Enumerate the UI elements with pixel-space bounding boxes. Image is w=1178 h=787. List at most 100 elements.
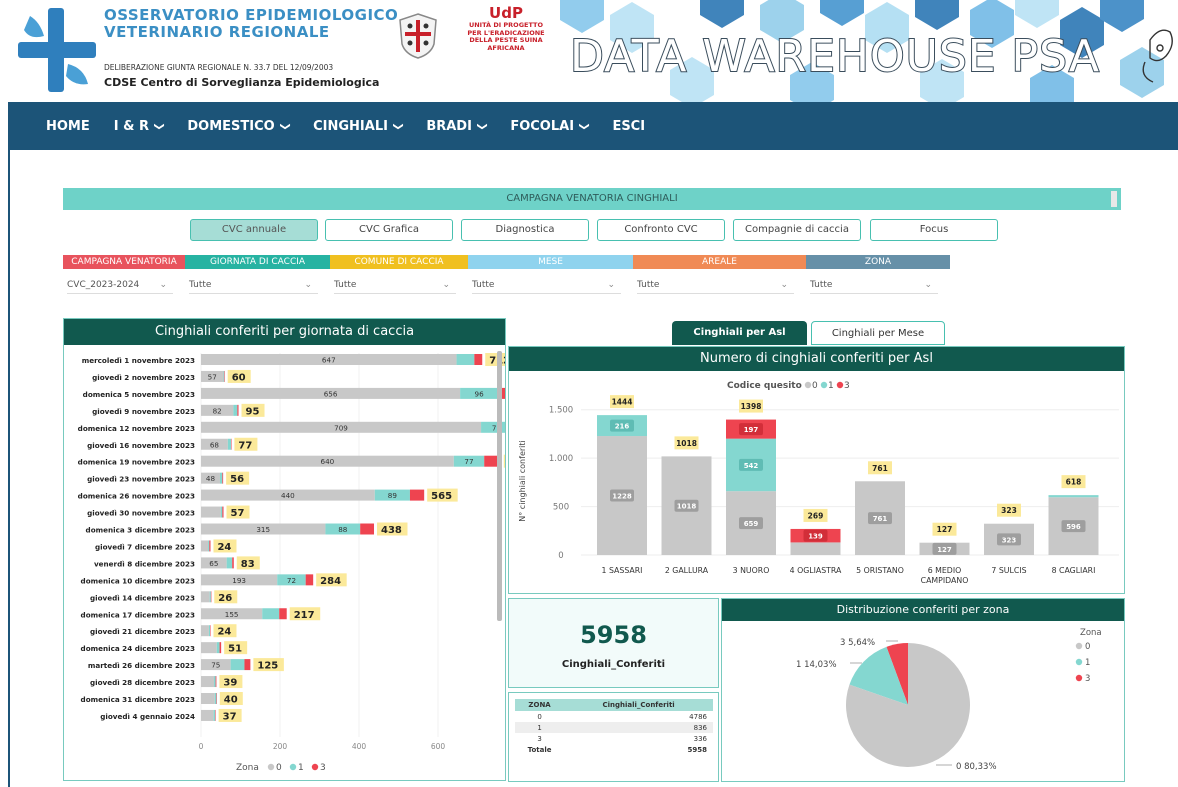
bar-segment-zona-3[interactable] (216, 693, 217, 704)
header: OSSERVATORIO EPIDEMIOLOGICO VETERINARIO … (0, 0, 1178, 102)
bar-total-label: 51 (228, 644, 242, 655)
bar-segment-zona-0[interactable] (201, 625, 209, 637)
nav-item-i-r[interactable]: I & R ❯ (114, 119, 165, 134)
bar-segment-zona-3[interactable] (409, 489, 425, 501)
bar-segment-zona-1[interactable] (220, 506, 223, 518)
tab-focus[interactable]: Focus (870, 219, 998, 241)
bar-segment-zona-1[interactable] (219, 472, 223, 484)
bar-segment-zona-0[interactable] (201, 709, 214, 721)
y-category-label: giovedì 14 dicembre 2023 (90, 593, 195, 602)
filter-dropdown-2[interactable]: Tutte ⌄ (334, 276, 456, 294)
bar-segment-zona-3[interactable] (215, 676, 217, 688)
nav-item-bradi[interactable]: BRADI ❯ (426, 119, 487, 134)
x-category-label: CAMPIDANO (921, 576, 969, 585)
nav-item-home[interactable]: HOME (46, 119, 90, 134)
filter-header-4: AREALE (633, 255, 806, 269)
toggle-cinghiali-mese[interactable]: Cinghiali per Mese (811, 321, 945, 345)
filter-dropdown-3[interactable]: Tutte ⌄ (472, 276, 621, 294)
bar-segment-zona-3[interactable] (244, 659, 251, 671)
bar-segment-zona-1[interactable] (223, 370, 225, 382)
bar-segment-zona-0[interactable] (201, 642, 217, 654)
bar-segment-zona-1[interactable] (209, 591, 211, 603)
filter-dropdown-5[interactable]: Tutte ⌄ (810, 276, 938, 294)
bar-segment-zona-3[interactable] (219, 642, 222, 654)
bar-segment-zona-3[interactable] (210, 625, 211, 637)
table-cell: Totale (527, 745, 552, 754)
bar-segment-codice-1[interactable] (1048, 495, 1099, 498)
bar-segment-zona-1[interactable] (233, 404, 238, 416)
col-header-conferiti[interactable]: Cinghiali_Conferiti (564, 699, 713, 711)
scroll-tab[interactable] (1111, 191, 1117, 207)
toggle-cinghiali-asl[interactable]: Cinghiali per Asl (672, 321, 807, 345)
bar-segment-zona-1[interactable] (262, 608, 280, 620)
bar-segment-zona-3[interactable] (222, 472, 224, 484)
tab-cvc-annuale[interactable]: CVC annuale (190, 219, 318, 241)
bar-segment-zona-0[interactable] (201, 591, 210, 603)
bar-total-label: 24 (217, 542, 231, 553)
bar-segment-zona-3[interactable] (224, 370, 225, 382)
tab-cvc-grafica[interactable]: CVC Grafica (325, 219, 453, 241)
x-category-label: 7 SULCIS (991, 566, 1026, 575)
bar-total-label: 323 (1001, 506, 1017, 515)
zone-pie-chart: 0 80,33% 1 14,03% 3 5,64% Zona 0 1 3 (796, 628, 1102, 772)
left-edge (0, 102, 10, 787)
bar-segment-codice-0[interactable] (790, 542, 841, 555)
bar-segment-zona-3[interactable] (279, 608, 287, 620)
bar-segment-zona-1[interactable] (214, 693, 217, 704)
bar-segment-zona-3[interactable] (231, 438, 232, 450)
legend-marker (820, 381, 828, 389)
nav-item-esci[interactable]: ESCI (612, 119, 645, 134)
bar-segment-zona-3[interactable] (209, 540, 211, 552)
tab-compagnie-di-caccia[interactable]: Compagnie di caccia (733, 219, 861, 241)
bar-segment-zona-0[interactable] (201, 693, 215, 704)
bar-segment-zona-1[interactable] (208, 625, 211, 637)
bar-segment-zona-1[interactable] (226, 557, 233, 569)
bar-segment-zona-3[interactable] (210, 591, 212, 603)
col-header-zona[interactable]: ZONA (515, 699, 565, 711)
nav-item-focolai[interactable]: FOCOLAI ❯ (510, 119, 589, 134)
sardinia-seal-icon (399, 13, 437, 59)
bar-segment-zona-0[interactable] (201, 676, 215, 688)
bar-segment-zona-1[interactable] (456, 354, 475, 365)
y-tick-label: 0 (558, 551, 563, 561)
asl-chart-title: Numero di cinghiali conferiti per Asl (509, 347, 1124, 371)
bar-segment-zona-3[interactable] (215, 709, 216, 721)
table-row: 3 336 (515, 733, 713, 744)
filter-dropdown-0[interactable]: CVC_2023-2024 ⌄ (67, 276, 173, 294)
bar-segment-zona-3[interactable] (232, 557, 234, 569)
x-tick-label: 400 (352, 742, 367, 751)
legend-marker (311, 763, 319, 771)
chevron-down-icon: ❯ (279, 121, 291, 131)
bar-segment-zona-1[interactable] (208, 540, 210, 552)
table-cell: 5958 (687, 745, 707, 754)
bar-segment-zona-1[interactable] (216, 642, 220, 654)
bar-segment-zona-1[interactable] (227, 438, 232, 450)
asl-bar-chart: Codice quesito 0 1 3N° cinghiali conferiti0… (518, 381, 1119, 585)
filter-dropdown-1[interactable]: Tutte ⌄ (189, 276, 318, 294)
filter-dropdown-4[interactable]: Tutte ⌄ (637, 276, 794, 294)
bar-segment-zona-3[interactable] (305, 574, 314, 586)
bar-segment-label: 640 (321, 457, 335, 466)
bar-segment-zona-3[interactable] (360, 523, 375, 535)
bar-segment-zona-0[interactable] (201, 540, 209, 552)
bar-segment-zona-1[interactable] (214, 676, 216, 688)
tab-diagnostica[interactable]: Diagnostica (461, 219, 589, 241)
segment-label: 761 (873, 515, 888, 523)
bar-segment-label: 75 (211, 661, 220, 670)
bar-segment-zona-1[interactable] (213, 709, 216, 721)
filter-value: Tutte (810, 280, 833, 290)
bar-segment-zona-3[interactable] (237, 404, 239, 416)
x-category-label: 5 ORISTANO (856, 566, 904, 575)
y-axis-label: N° cinghiali conferiti (518, 440, 527, 521)
y-category-label: domenica 17 dicembre 2023 (81, 610, 195, 619)
bar-segment-zona-0[interactable] (201, 506, 221, 518)
bar-segment-zona-3[interactable] (474, 354, 483, 365)
campaign-title-bar: CAMPAGNA VENATORIA CINGHIALI (63, 188, 1121, 210)
nav-item-cinghiali[interactable]: CINGHIALI ❯ (313, 119, 404, 134)
tab-confronto-cvc[interactable]: Confronto CVC (597, 219, 725, 241)
scrollbar-thumb[interactable] (497, 351, 502, 621)
bar-segment-zona-3[interactable] (222, 506, 224, 518)
legend-marker (1075, 642, 1083, 650)
bar-segment-zona-1[interactable] (230, 659, 245, 671)
nav-item-domestico[interactable]: DOMESTICO ❯ (187, 119, 291, 134)
